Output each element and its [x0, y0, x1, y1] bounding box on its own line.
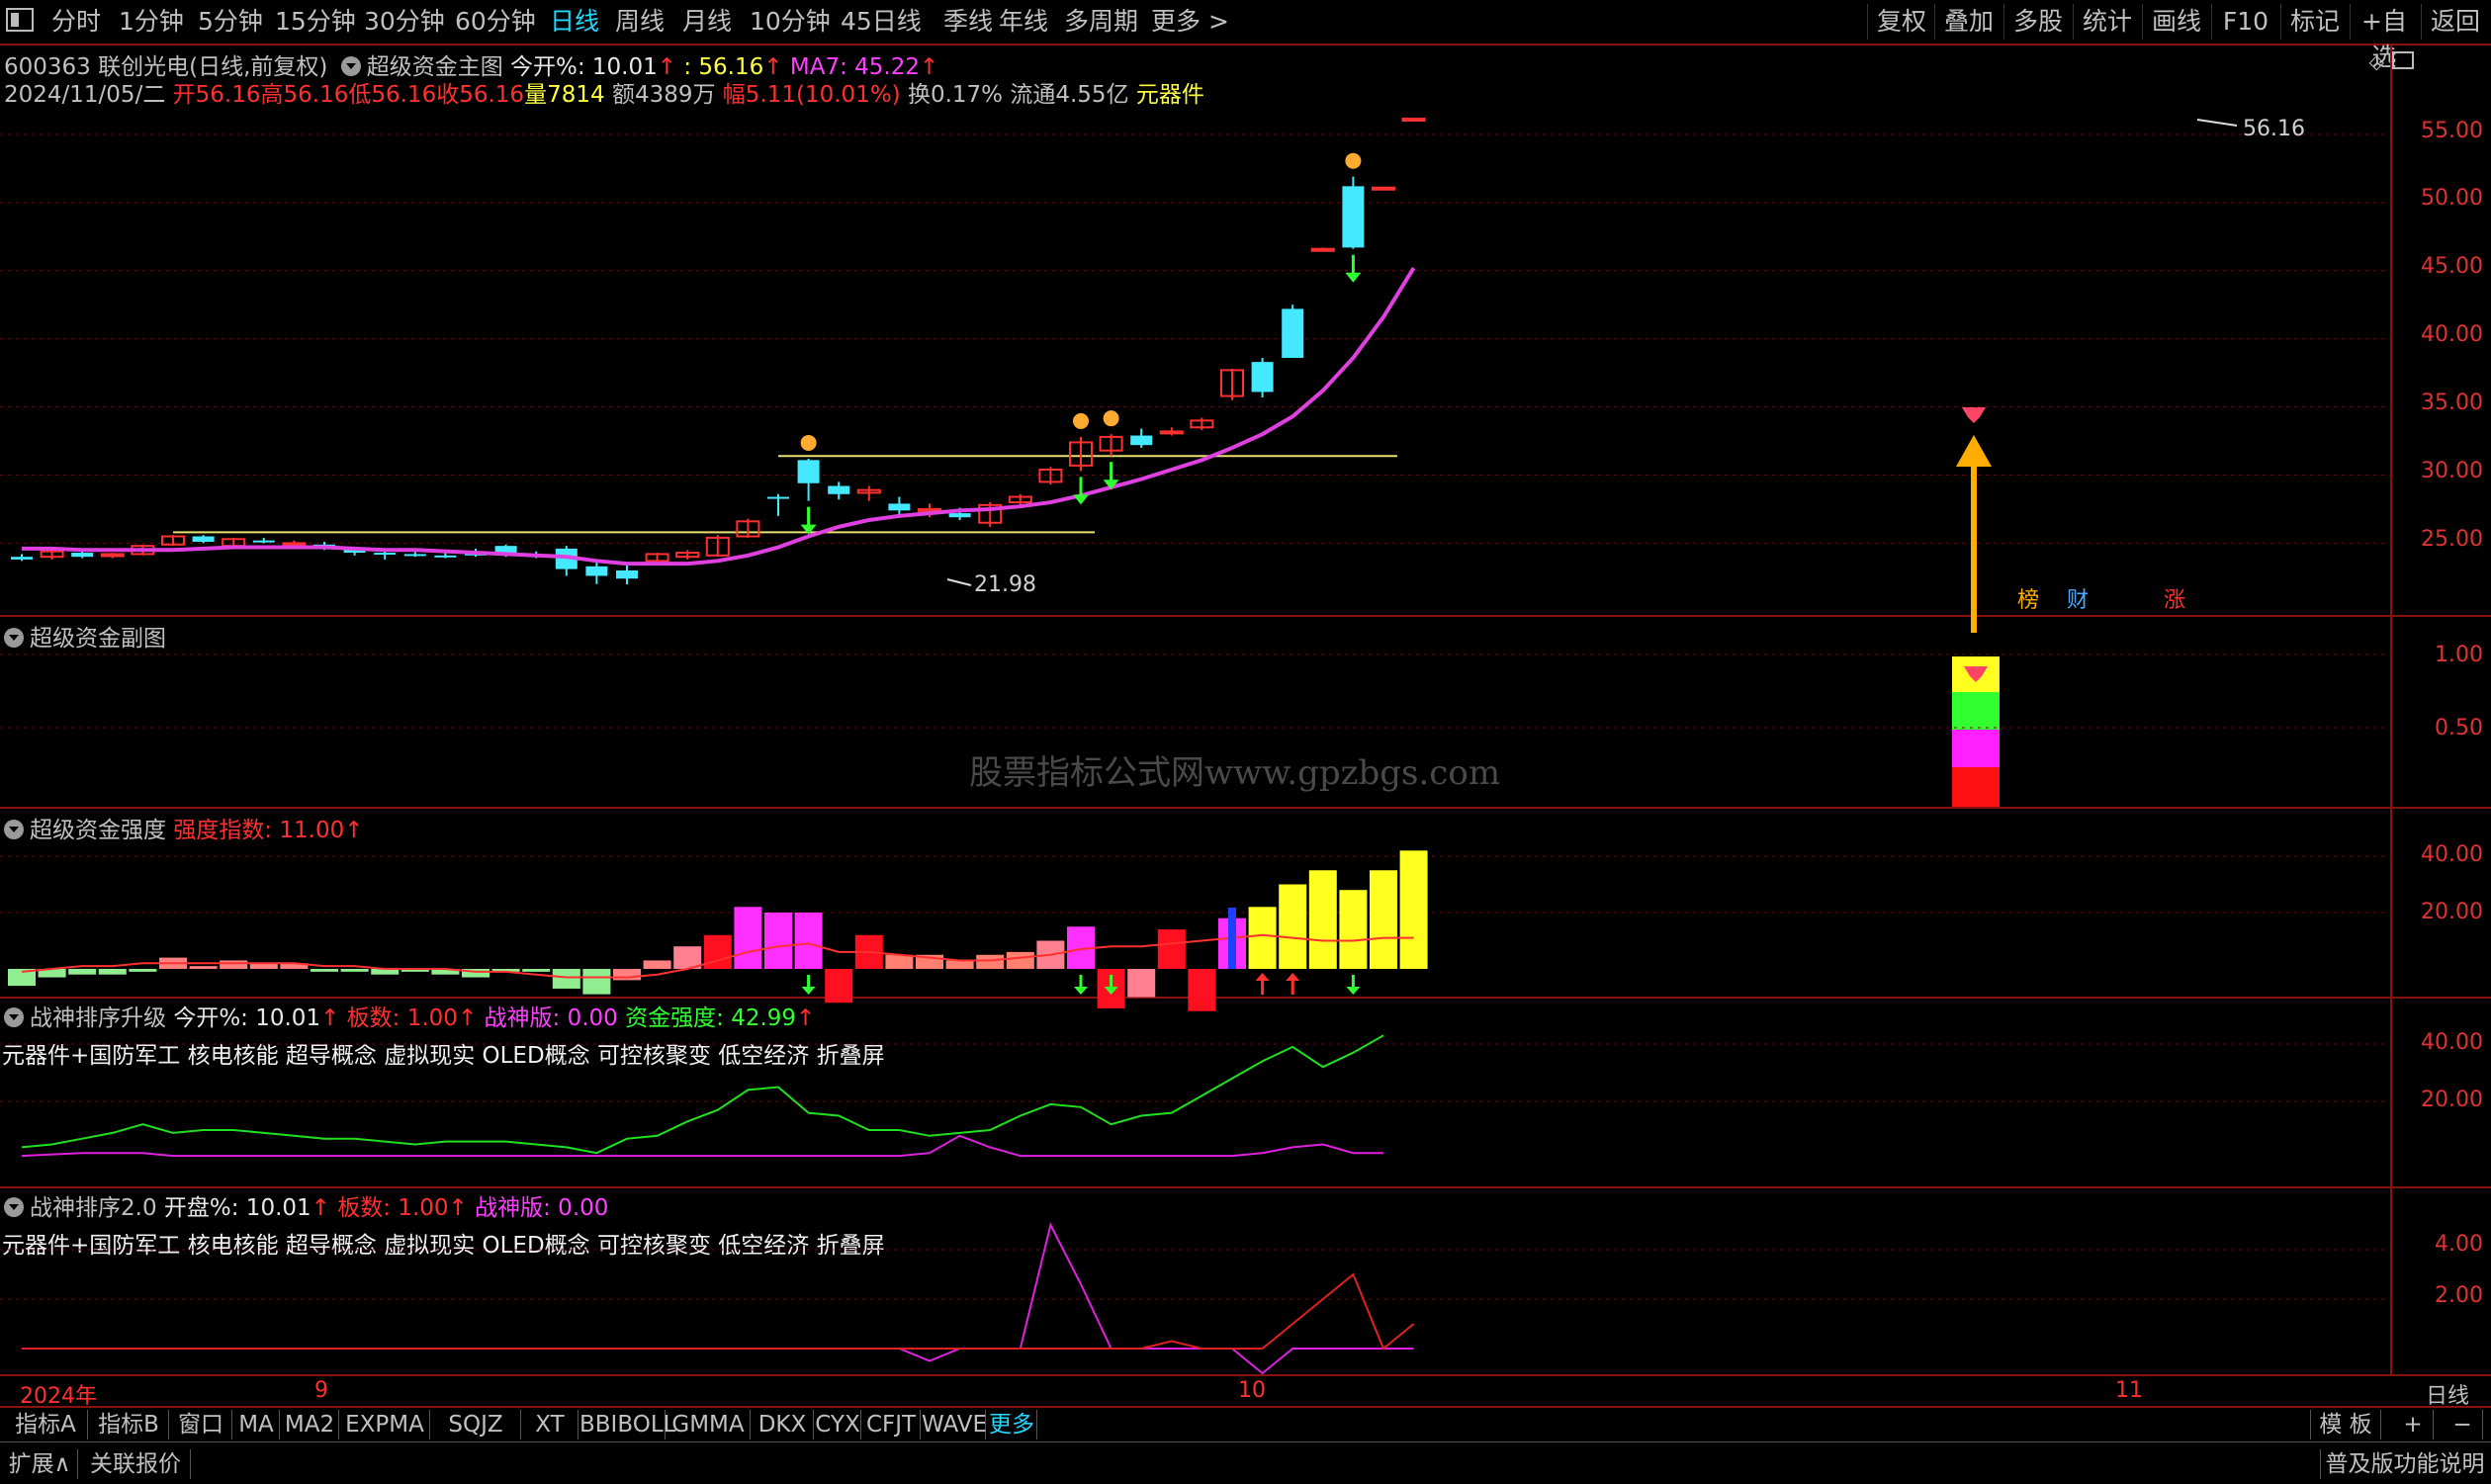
- sub-signal-block: [1952, 767, 2000, 807]
- tag-label: 涨: [2164, 588, 2185, 613]
- tag-label: 财: [2067, 588, 2089, 613]
- strength-bar: [794, 913, 823, 969]
- strength-bar: [945, 960, 974, 969]
- candle-body: [403, 554, 426, 557]
- zs2-red-line: [22, 1272, 1415, 1351]
- down-arrow-icon: [1346, 987, 1361, 995]
- candle-body: [1342, 186, 1365, 248]
- strength-bar: [522, 969, 551, 972]
- candle-body: [1401, 118, 1426, 123]
- up-arrow-icon: [1286, 973, 1300, 981]
- strength-bar: [220, 960, 248, 969]
- sub-signal-block: [1952, 730, 2000, 767]
- strength-bar: [1339, 890, 1368, 969]
- strength-bar: [552, 969, 580, 989]
- candle-body: [434, 555, 457, 558]
- chart-svg: 56.16 21.98 榜 财 涨: [0, 117, 2391, 1375]
- candle-body: [888, 503, 911, 511]
- strength-bar: [1127, 969, 1156, 998]
- candle-body: [1282, 308, 1304, 358]
- strength-bar: [98, 969, 127, 975]
- strength-bar: [1248, 907, 1277, 969]
- strength-bar: [613, 969, 641, 981]
- strength-bar: [340, 969, 369, 972]
- high-price-label: 56.16: [2243, 117, 2305, 141]
- strength-bar: [825, 969, 853, 1004]
- candle-body: [282, 542, 307, 547]
- runner-icon: [800, 434, 817, 451]
- tag-label: 榜: [2017, 588, 2039, 613]
- candle-body: [767, 496, 789, 499]
- candle-body: [71, 553, 94, 558]
- candle-body: [100, 553, 125, 558]
- candle-body: [1159, 430, 1184, 435]
- strength-bar: [1370, 870, 1397, 969]
- ma7-line: [22, 266, 1416, 567]
- sub-signal-block: [1952, 692, 2000, 730]
- candle-body: [1372, 186, 1395, 191]
- strength-bar: [1157, 929, 1186, 969]
- strength-bar: [885, 954, 914, 969]
- fund-strength-line: [21, 1034, 1384, 1155]
- candle-body: [1251, 362, 1274, 393]
- candle-body: [11, 557, 33, 560]
- low-mark-pointer: [946, 578, 972, 586]
- signal-arrow-head: [1956, 435, 1992, 467]
- strength-bar: [189, 966, 218, 969]
- down-arrow-icon: [1074, 987, 1088, 995]
- strength-bar: [1399, 850, 1428, 969]
- candle-body: [828, 485, 850, 494]
- down-arrow-icon: [1073, 494, 1089, 505]
- board-line: [21, 1134, 1383, 1158]
- diamond-gem-icon: [1962, 407, 1986, 423]
- candle-body: [797, 460, 820, 483]
- down-arrow-icon: [801, 987, 816, 995]
- candle-body: [948, 513, 971, 518]
- runner-icon: [1345, 152, 1362, 169]
- candle-body: [252, 540, 275, 543]
- candle-body: [585, 566, 608, 576]
- strength-bar: [1308, 870, 1337, 969]
- candle-body: [374, 553, 397, 556]
- strength-bar: [976, 954, 1005, 969]
- strength-bar: [68, 969, 97, 975]
- strength-bar: [764, 913, 792, 969]
- runner-icon: [1073, 412, 1089, 429]
- candle-body: [1130, 435, 1153, 446]
- strength-bar: [1006, 951, 1034, 969]
- strength-bar: [734, 907, 762, 969]
- strength-bar: [1188, 969, 1216, 1011]
- blue-marker-bar: [1228, 908, 1236, 969]
- candle-body: [1310, 247, 1335, 252]
- high-mark-pointer: [2196, 119, 2238, 127]
- runner-icon: [1103, 410, 1119, 427]
- strength-bar: [582, 969, 611, 995]
- strength-bar: [1279, 884, 1307, 969]
- low-price-label: 21.98: [974, 572, 1036, 597]
- candle-body: [192, 536, 215, 543]
- up-arrow-icon: [1255, 973, 1270, 981]
- strength-bar: [129, 969, 157, 972]
- strength-bar: [643, 960, 671, 969]
- candle-body: [616, 569, 638, 579]
- strength-bar: [311, 969, 338, 972]
- down-arrow-icon: [1345, 272, 1362, 283]
